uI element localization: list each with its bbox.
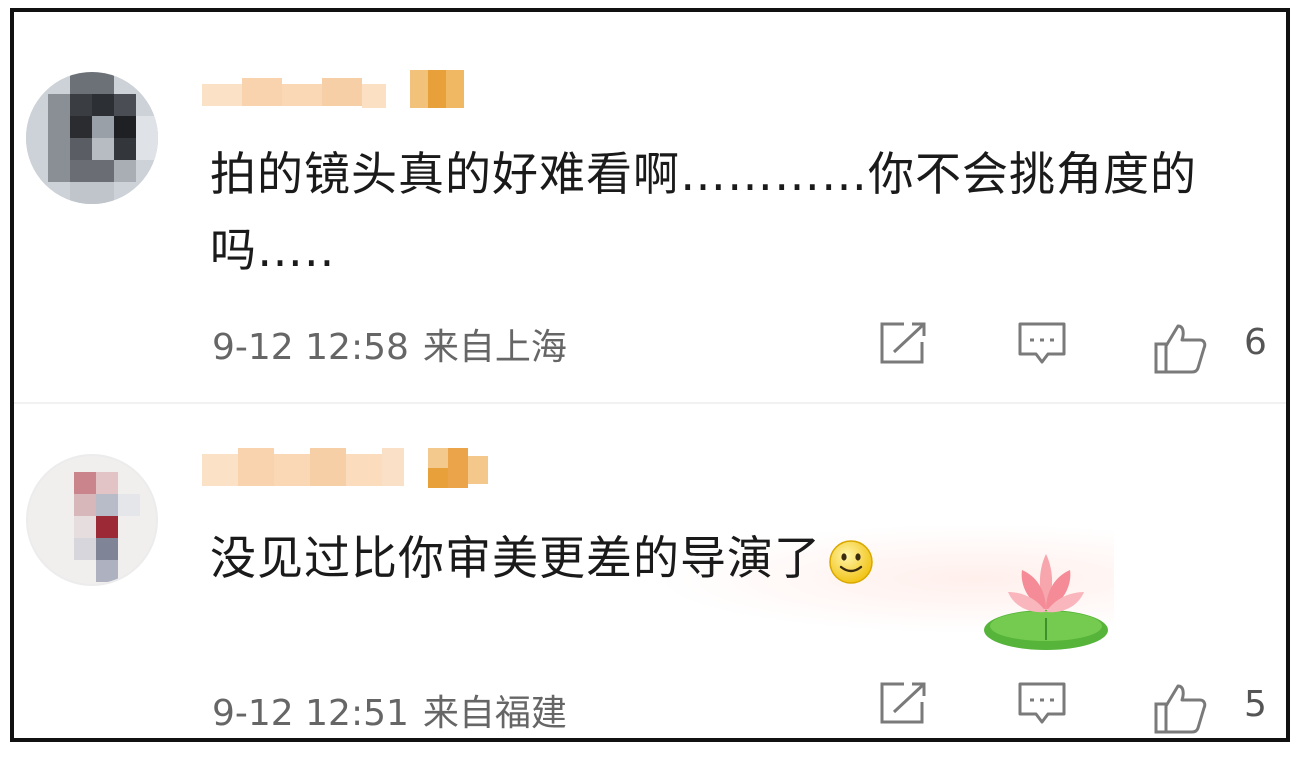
comment-screenshot: 拍的镜头真的好难看啊…………你不会挑角度的吗….. 9-12 12:58 来自上海 (10, 8, 1290, 742)
comment-icon (1018, 322, 1066, 364)
comment-button[interactable] (1014, 678, 1070, 732)
comment-location: 来自福建 (422, 693, 567, 734)
comment-meta: 9-12 12:51 来自福建 (212, 684, 567, 736)
share-button[interactable] (874, 318, 930, 372)
share-icon (880, 322, 926, 364)
smiley-icon (829, 539, 873, 584)
comment-text: 没见过比你审美更差的导演了 (210, 520, 970, 596)
avatar[interactable] (26, 454, 158, 586)
comment-item: 没见过比你审美更差的导演了 9-12 12:51 来自福建 5 (14, 404, 1286, 738)
lotus-icon (984, 554, 1108, 650)
comment-item: 拍的镜头真的好难看啊…………你不会挑角度的吗….. 9-12 12:58 来自上海 (14, 12, 1286, 404)
comment-text-content: 没见过比你审美更差的导演了 (210, 531, 821, 585)
comment-time: 9-12 12:51 (212, 693, 409, 734)
username-blurred[interactable] (202, 70, 464, 110)
username-blurred[interactable] (202, 448, 488, 488)
like-button[interactable] (1150, 318, 1210, 382)
comment-time: 9-12 12:58 (212, 327, 409, 368)
comment-meta: 9-12 12:58 来自上海 (212, 318, 567, 370)
comment-text: 拍的镜头真的好难看啊…………你不会挑角度的吗….. (210, 147, 1197, 277)
like-count: 6 (1244, 322, 1267, 363)
like-count: 5 (1244, 684, 1267, 725)
comment-icon (1018, 682, 1066, 724)
avatar[interactable] (26, 72, 158, 204)
comment-button[interactable] (1014, 318, 1070, 372)
share-button[interactable] (874, 678, 930, 732)
thumbs-up-icon (1154, 324, 1207, 374)
thumbs-up-icon (1154, 684, 1207, 734)
like-button[interactable] (1150, 678, 1210, 738)
comment-location: 来自上海 (422, 327, 567, 368)
share-icon (880, 682, 926, 724)
